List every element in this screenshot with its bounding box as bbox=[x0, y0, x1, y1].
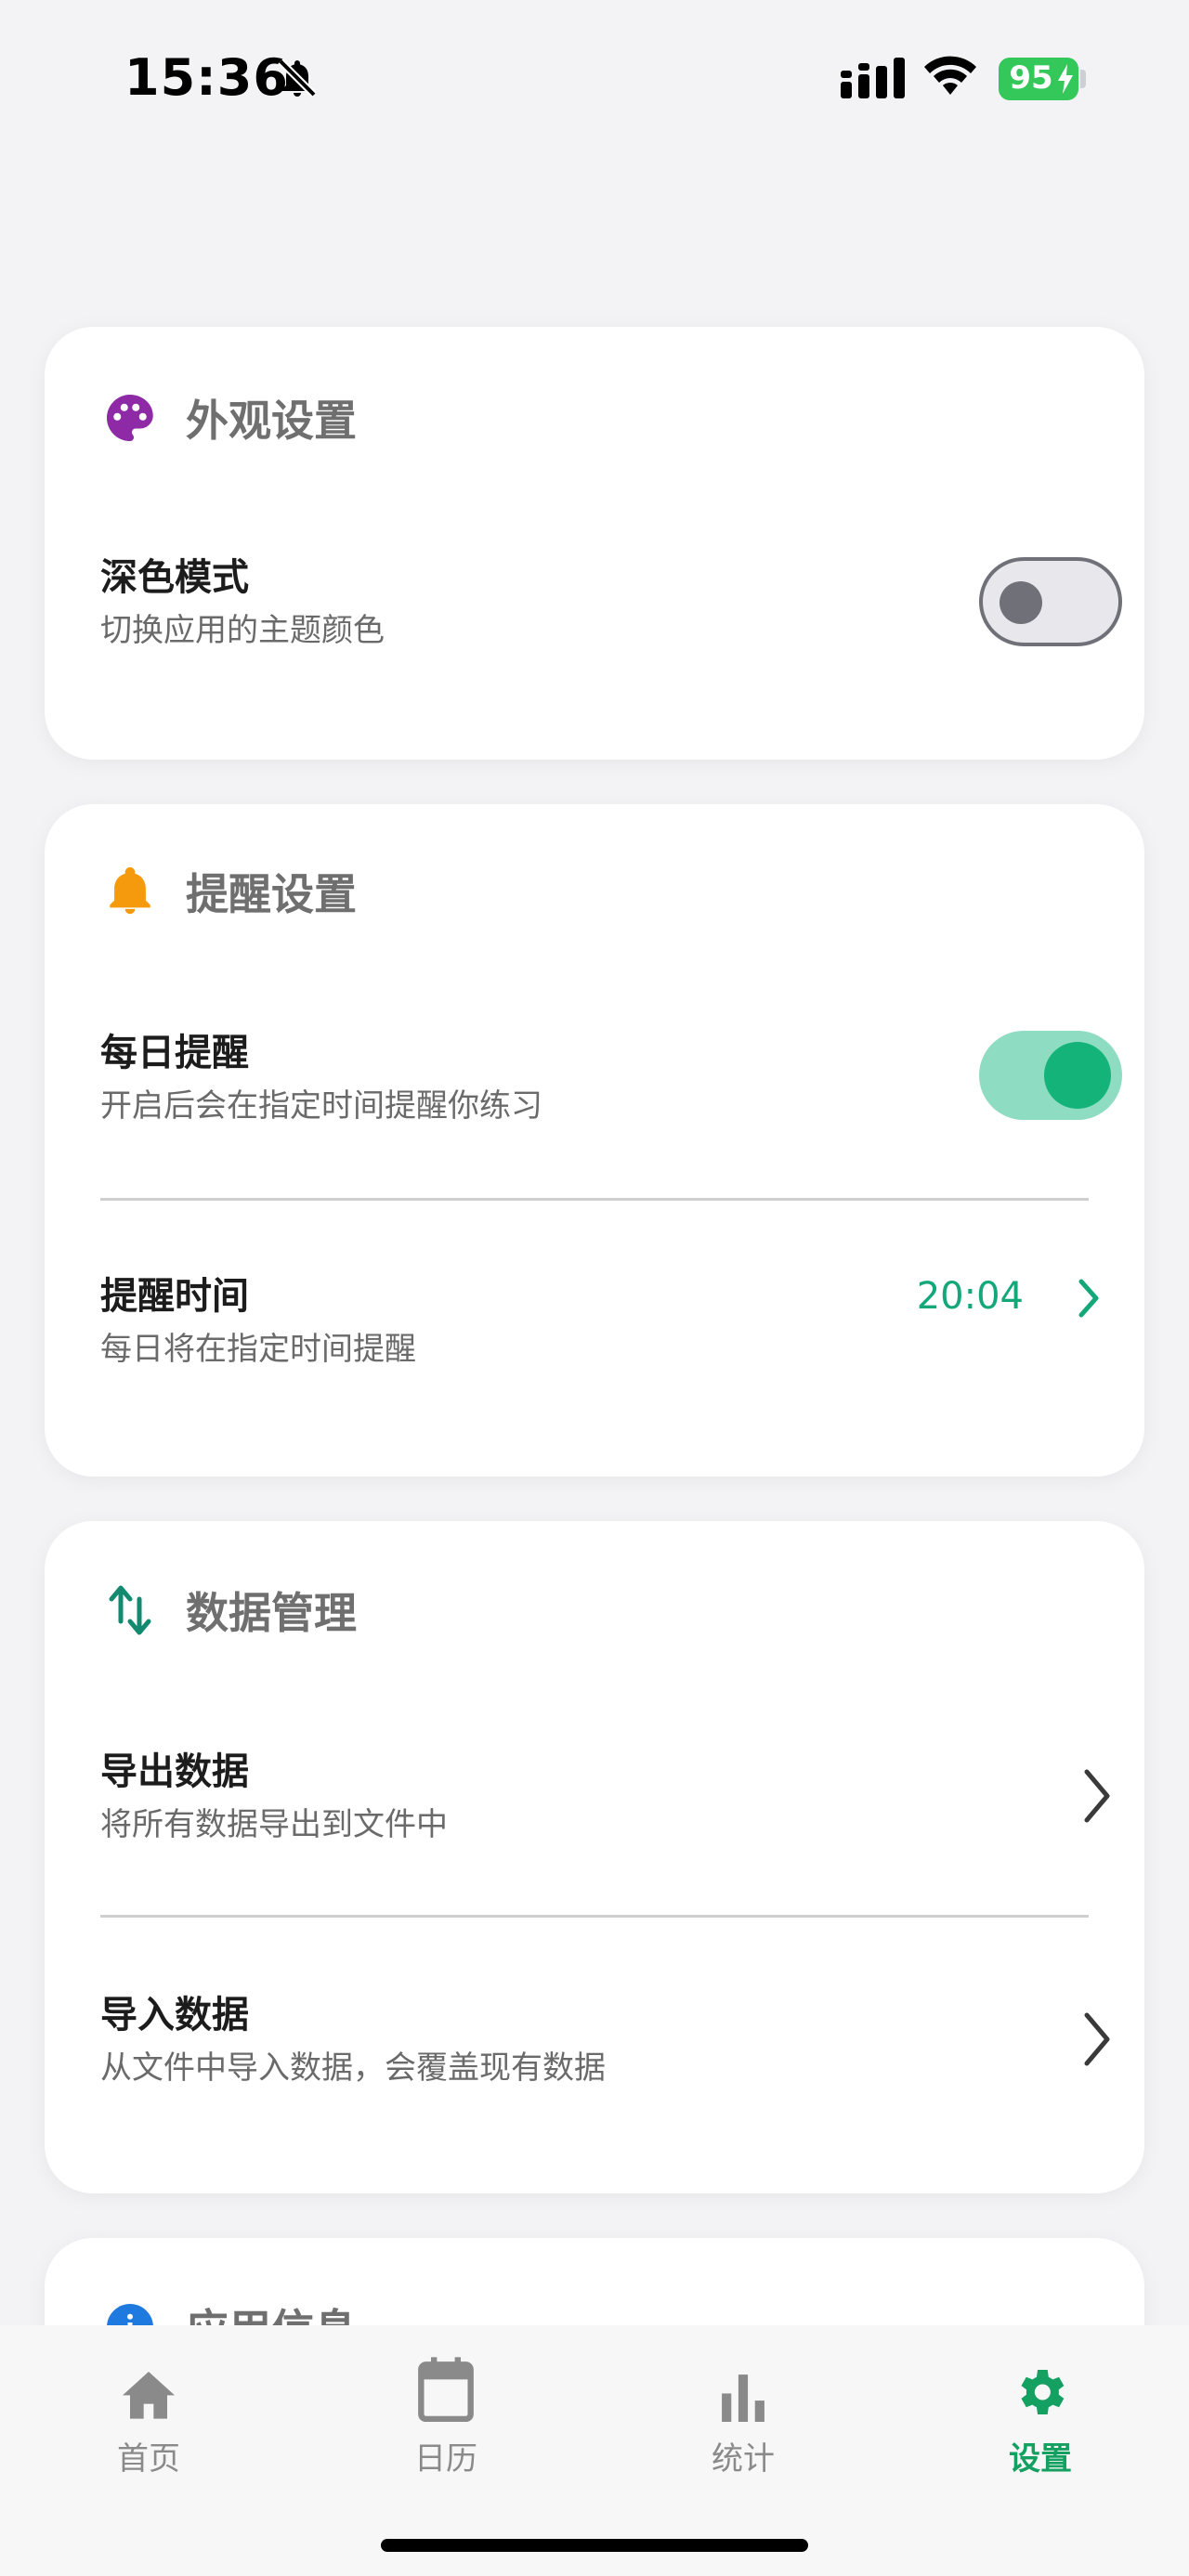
nav-label-stats: 统计 bbox=[712, 2440, 775, 2478]
toggle-knob bbox=[1000, 581, 1042, 624]
dark-mode-toggle[interactable] bbox=[979, 557, 1122, 646]
nav-item-settings[interactable]: 设置 bbox=[947, 2348, 1133, 2487]
bar-chart-icon bbox=[718, 2348, 768, 2422]
charging-bolt-icon bbox=[1058, 64, 1073, 94]
home-indicator bbox=[381, 2539, 808, 2552]
nav-item-home[interactable]: 首页 bbox=[56, 2348, 242, 2487]
nav-item-stats[interactable]: 统计 bbox=[650, 2348, 836, 2487]
gear-icon bbox=[1011, 2348, 1070, 2422]
battery-cap bbox=[1080, 70, 1086, 88]
import-data-title: 导入数据 bbox=[100, 1994, 249, 2036]
daily-reminder-title: 每日提醒 bbox=[100, 1032, 249, 1074]
status-time: 15:36 bbox=[124, 48, 289, 107]
appearance-header: 外观设置 bbox=[102, 381, 357, 455]
palette-icon bbox=[102, 390, 158, 446]
dark-mode-row[interactable]: 深色模式 切换应用的主题颜色 bbox=[100, 552, 1122, 654]
home-icon bbox=[119, 2348, 178, 2422]
export-data-title: 导出数据 bbox=[100, 1750, 249, 1793]
chevron-right-icon bbox=[1084, 2012, 1110, 2066]
swap-vertical-icon bbox=[102, 1582, 158, 1638]
bell-off-icon bbox=[278, 59, 317, 98]
toggle-knob bbox=[1044, 1042, 1111, 1109]
appearance-card: 外观设置 深色模式 切换应用的主题颜色 bbox=[45, 327, 1144, 760]
reminder-time-value[interactable]: 20:04 bbox=[917, 1270, 1024, 1322]
bell-icon bbox=[102, 864, 158, 919]
dark-mode-subtitle: 切换应用的主题颜色 bbox=[100, 612, 385, 649]
divider bbox=[100, 1915, 1089, 1918]
import-data-subtitle: 从文件中导入数据，会覆盖现有数据 bbox=[100, 2049, 606, 2087]
nav-item-calendar[interactable]: 日历 bbox=[353, 2348, 539, 2487]
settings-screen: 15:36 95 外观设置 深色模式 切换应用的主题颜色 提醒设置 每日提醒 开… bbox=[0, 0, 1189, 2576]
appearance-title: 外观设置 bbox=[186, 396, 357, 446]
reminder-card: 提醒设置 每日提醒 开启后会在指定时间提醒你练习 提醒时间 每日将在指定时间提醒… bbox=[45, 804, 1144, 1477]
data-management-title: 数据管理 bbox=[186, 1588, 357, 1638]
export-data-subtitle: 将所有数据导出到文件中 bbox=[100, 1806, 448, 1843]
status-bar: 15:36 95 bbox=[0, 0, 1189, 158]
nav-label-settings: 设置 bbox=[1009, 2440, 1072, 2478]
daily-reminder-toggle[interactable] bbox=[979, 1031, 1122, 1120]
wifi-icon bbox=[924, 56, 976, 95]
battery-indicator: 95 bbox=[999, 58, 1078, 100]
nav-label-calendar: 日历 bbox=[414, 2440, 477, 2478]
chevron-right-icon bbox=[1078, 1279, 1099, 1318]
reminder-title: 提醒设置 bbox=[186, 869, 357, 919]
reminder-header: 提醒设置 bbox=[102, 854, 357, 929]
export-data-row[interactable]: 导出数据 将所有数据导出到文件中 bbox=[100, 1746, 1110, 1848]
reminder-time-subtitle: 每日将在指定时间提醒 bbox=[100, 1331, 416, 1368]
data-management-card: 数据管理 导出数据 将所有数据导出到文件中 导入数据 从文件中导入数据，会覆盖现… bbox=[45, 1521, 1144, 2193]
daily-reminder-subtitle: 开启后会在指定时间提醒你练习 bbox=[100, 1087, 542, 1125]
import-data-row[interactable]: 导入数据 从文件中导入数据，会覆盖现有数据 bbox=[100, 1989, 1110, 2091]
data-management-header: 数据管理 bbox=[102, 1573, 357, 1647]
reminder-time-row[interactable]: 提醒时间 每日将在指定时间提醒 20:04 bbox=[100, 1270, 1099, 1373]
calendar-icon bbox=[416, 2348, 476, 2422]
signal-icon bbox=[841, 58, 905, 98]
chevron-right-icon bbox=[1084, 1769, 1110, 1823]
dark-mode-title: 深色模式 bbox=[100, 556, 249, 599]
nav-label-home: 首页 bbox=[117, 2440, 180, 2478]
divider bbox=[100, 1198, 1089, 1201]
daily-reminder-row[interactable]: 每日提醒 开启后会在指定时间提醒你练习 bbox=[100, 1027, 1122, 1129]
battery-level: 95 bbox=[1009, 59, 1053, 97]
